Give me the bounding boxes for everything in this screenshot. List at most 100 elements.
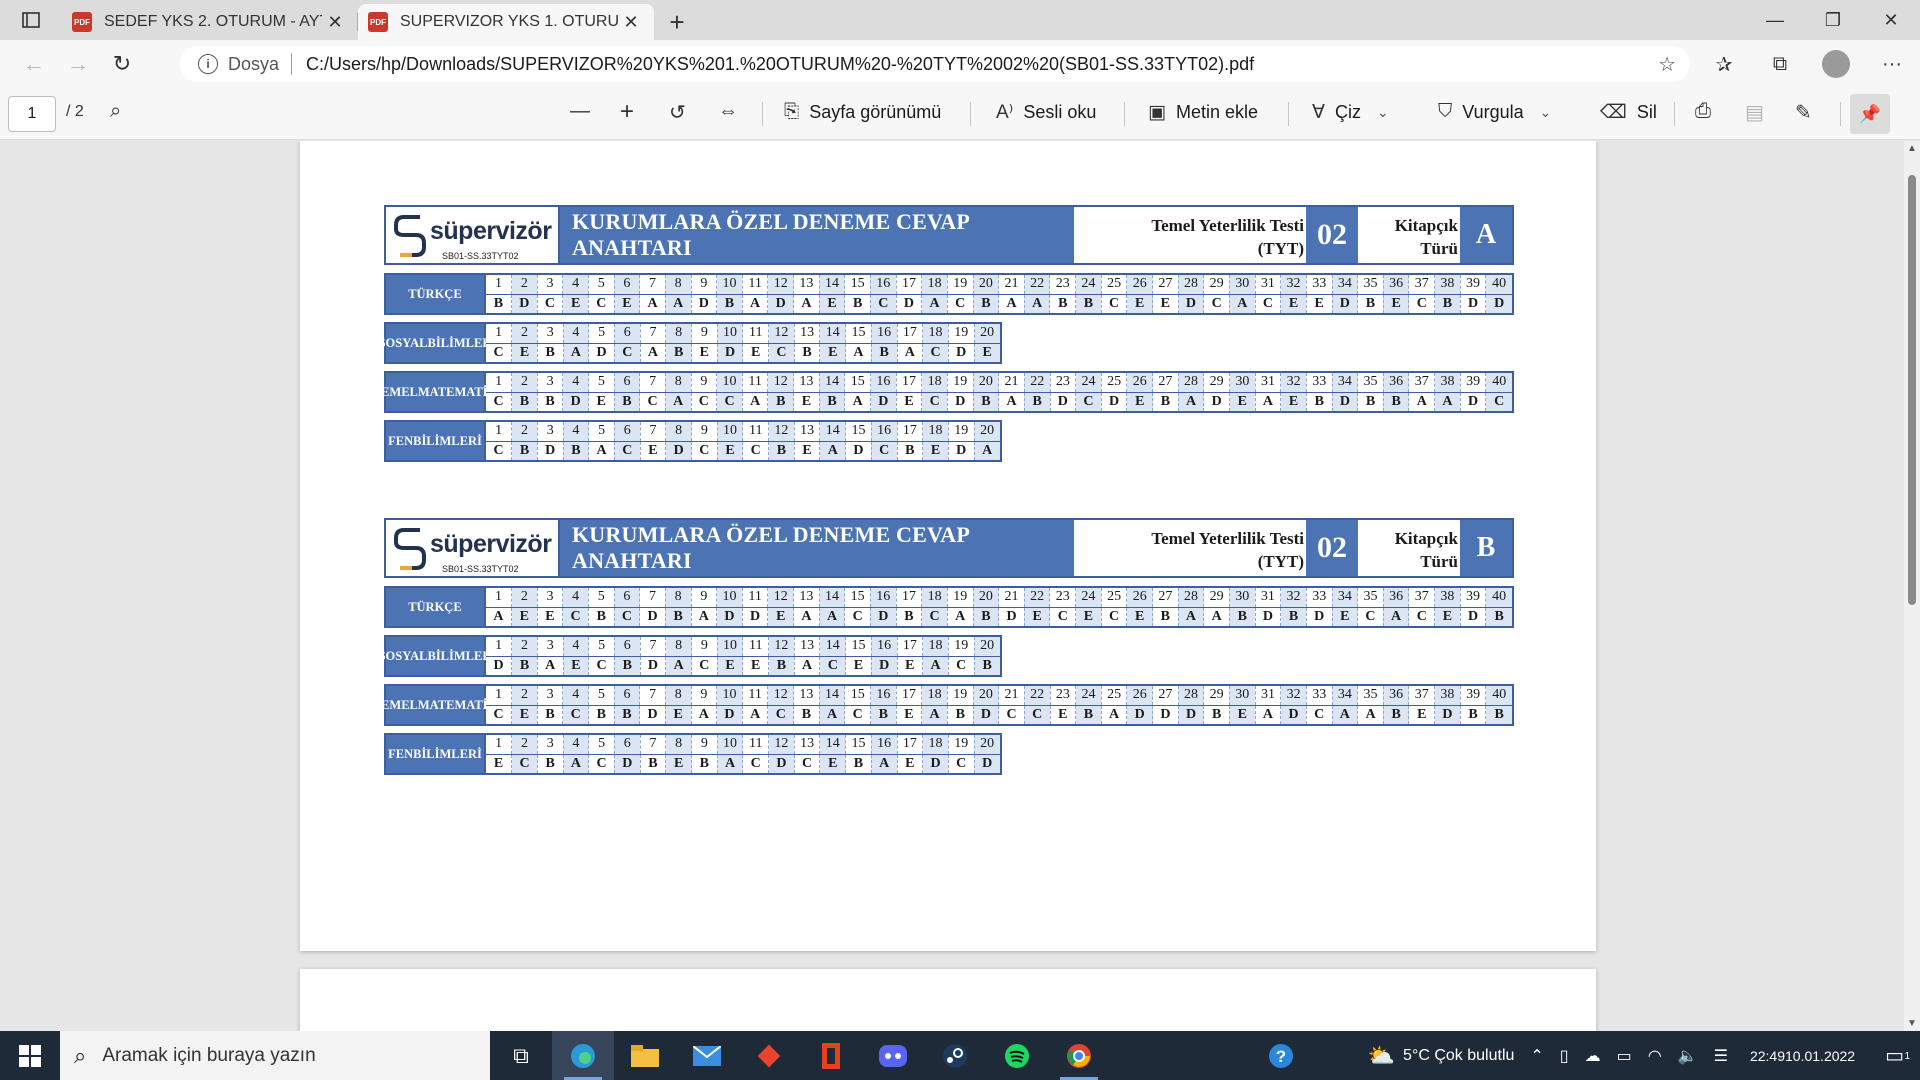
divider — [970, 102, 971, 126]
scrollbar-thumb[interactable] — [1908, 175, 1916, 605]
battery-icon[interactable]: ▭ — [1609, 1046, 1640, 1066]
file-explorer-icon[interactable] — [614, 1031, 676, 1080]
question-number: 29 — [1203, 588, 1230, 608]
volume-icon[interactable]: 🔈 — [1670, 1046, 1706, 1066]
answer-cell: C — [588, 754, 615, 773]
answer-row: CBBDEBCACCABEBADECDBABDCDEBADEAEBDBBAADC — [486, 392, 1512, 411]
steam-icon[interactable] — [924, 1031, 986, 1080]
close-tab-icon[interactable]: ✕ — [322, 12, 348, 33]
wifi-icon[interactable]: ◠ — [1640, 1046, 1670, 1066]
zoom-out-icon[interactable]: — — [570, 100, 590, 123]
language-icon[interactable]: ☰ — [1706, 1046, 1736, 1066]
fit-page-icon[interactable]: ⇔ — [718, 100, 738, 123]
start-button[interactable] — [0, 1031, 60, 1080]
question-number: 3 — [537, 373, 564, 393]
question-number: 18 — [921, 588, 948, 608]
onedrive-icon[interactable]: ☁ — [1577, 1046, 1609, 1066]
booklet-type-label: Kitapçık Türü — [1358, 520, 1460, 576]
collections-icon[interactable]: ⧉ — [1752, 40, 1808, 88]
show-hidden-icons-icon[interactable]: ⌃ — [1522, 1046, 1551, 1066]
clock-time: 22:49 — [1749, 1047, 1786, 1064]
chevron-down-icon[interactable]: ⌄ — [1377, 104, 1389, 121]
question-number: 28 — [1178, 275, 1205, 295]
answer-cell: B — [897, 441, 924, 460]
zoom-in-icon[interactable]: + — [620, 98, 634, 126]
more-menu-icon[interactable]: ··· — [1864, 40, 1920, 88]
edge-icon[interactable] — [552, 1031, 614, 1080]
answer-cell: B — [1280, 607, 1307, 626]
save-as-icon[interactable]: ✎ — [1795, 100, 1812, 125]
answer-cell: A — [639, 294, 666, 313]
close-tab-icon[interactable]: ✕ — [618, 12, 644, 33]
taskbar-search-input[interactable]: ⌕ Aramak için buraya yazın — [60, 1031, 490, 1080]
tab-actions-button[interactable] — [0, 0, 62, 40]
pdf-page-2 — [300, 969, 1596, 1031]
page-view-button[interactable]: ⎘ Sayfa görünümü — [784, 101, 941, 123]
booklet-type-line1: Kitapçık — [1394, 529, 1458, 548]
chrome-icon[interactable] — [1048, 1031, 1110, 1080]
question-number: 38 — [1434, 588, 1461, 608]
question-number: 5 — [588, 422, 615, 442]
question-number: 31 — [1255, 588, 1282, 608]
spotify-icon[interactable] — [986, 1031, 1048, 1080]
favorites-icon[interactable]: ✰ — [1696, 40, 1752, 88]
vertical-scrollbar[interactable]: ▲ ▼ — [1904, 141, 1920, 1031]
discord-icon[interactable] — [862, 1031, 924, 1080]
help-icon[interactable]: ? — [1250, 1031, 1312, 1080]
question-number: 7 — [639, 275, 666, 295]
task-view-icon[interactable]: ⧉ — [490, 1031, 552, 1080]
tab-title: SEDEF YKS 2. OTURUM - AYT 01 — [104, 13, 322, 30]
minimize-icon[interactable]: — — [1746, 0, 1804, 40]
add-text-button[interactable]: ▣ Metin ekle — [1148, 101, 1258, 124]
save-icon[interactable]: ▤ — [1745, 100, 1764, 125]
close-window-icon[interactable]: ✕ — [1862, 0, 1920, 40]
clock[interactable]: 22:49 10.01.2022 — [1736, 1046, 1869, 1066]
highlight-button[interactable]: ⛉ Vurgula ⌄ — [1438, 101, 1551, 123]
search-icon[interactable]: ⌕ — [110, 100, 121, 123]
answer-cell: A — [563, 343, 590, 362]
question-number: 17 — [896, 686, 923, 706]
back-icon[interactable]: ← — [12, 46, 56, 82]
question-number: 24 — [1075, 275, 1102, 295]
maximize-icon[interactable]: ❐ — [1804, 0, 1862, 40]
profile-avatar[interactable] — [1822, 50, 1850, 78]
forward-icon[interactable]: → — [56, 46, 100, 82]
mail-icon[interactable] — [676, 1031, 738, 1080]
answer-cell: B — [614, 705, 641, 724]
print-icon[interactable]: ⎙ — [1695, 100, 1711, 123]
address-input[interactable]: i Dosya C:/Users/hp/Downloads/SUPERVIZOR… — [180, 46, 1690, 82]
answer-cell: B — [1357, 392, 1384, 411]
weather-widget[interactable]: ⛅ 5°C Çok bulutlu — [1360, 1043, 1523, 1069]
page-number-input[interactable]: 1 — [8, 96, 56, 132]
add-favorite-icon[interactable]: ☆ — [1658, 52, 1676, 77]
answer-cell: D — [1101, 392, 1128, 411]
answer-cell: D — [511, 294, 538, 313]
tray-device-icon[interactable]: ▯ — [1552, 1046, 1577, 1066]
question-number: 7 — [639, 686, 666, 706]
chevron-down-icon[interactable]: ⌄ — [1540, 104, 1552, 121]
app-diamond-icon[interactable] — [738, 1031, 800, 1080]
notification-center-icon[interactable]: ▭ 1 — [1869, 1043, 1920, 1068]
tab-supervizor-tyt[interactable]: PDF SUPERVIZOR YKS 1. OTURUM - T ✕ — [358, 4, 654, 40]
scroll-up-icon[interactable]: ▲ — [1907, 143, 1917, 154]
answer-grid: 1 2 3 4 5 6 7 8 9 10 11 12 13 14 15 16 17 18 19 20 21 22 23 24 2… — [485, 588, 1512, 626]
question-number: 12 — [768, 422, 795, 442]
answer-cell: B — [537, 343, 564, 362]
answer-cell: C — [588, 294, 615, 313]
draw-button[interactable]: ∀ Çiz ⌄ — [1312, 101, 1389, 124]
tab-sedef-ayt[interactable]: PDF SEDEF YKS 2. OTURUM - AYT 01 ✕ — [62, 4, 358, 40]
erase-button[interactable]: ⌫ Sil — [1600, 101, 1657, 124]
scroll-down-icon[interactable]: ▼ — [1907, 1018, 1917, 1029]
pin-toolbar-button[interactable]: 📌 — [1850, 94, 1890, 134]
question-number: 19 — [947, 373, 974, 393]
new-tab-button[interactable]: + — [654, 4, 700, 40]
question-number: 11 — [742, 422, 770, 442]
question-number: 18 — [922, 324, 949, 344]
section-label-line1: SOSYAL — [378, 336, 428, 350]
office-icon[interactable] — [800, 1031, 862, 1080]
rotate-icon[interactable]: ↺ — [669, 100, 686, 125]
read-aloud-button[interactable]: A⁾ Sesli oku — [996, 101, 1096, 124]
refresh-icon[interactable]: ↻ — [100, 46, 144, 82]
document-viewer[interactable]: süpervizör SB01-SS.33TYT02 KURUMLARA ÖZE… — [0, 141, 1904, 1031]
info-icon[interactable]: i — [198, 54, 218, 74]
